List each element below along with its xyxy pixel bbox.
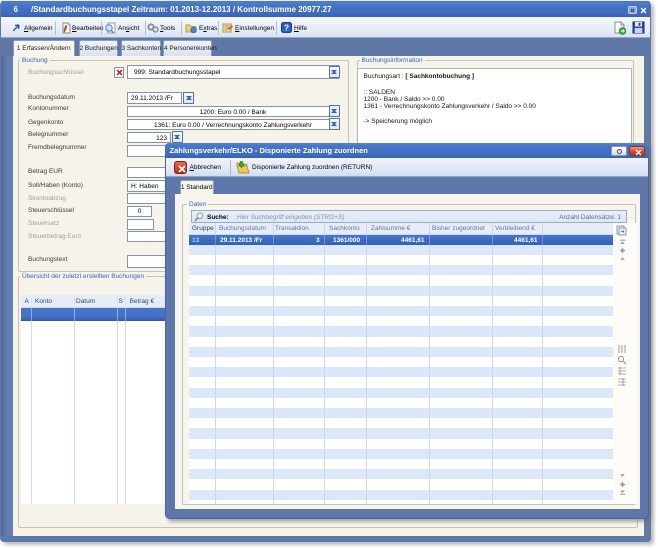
- svg-text:?: ?: [284, 23, 289, 33]
